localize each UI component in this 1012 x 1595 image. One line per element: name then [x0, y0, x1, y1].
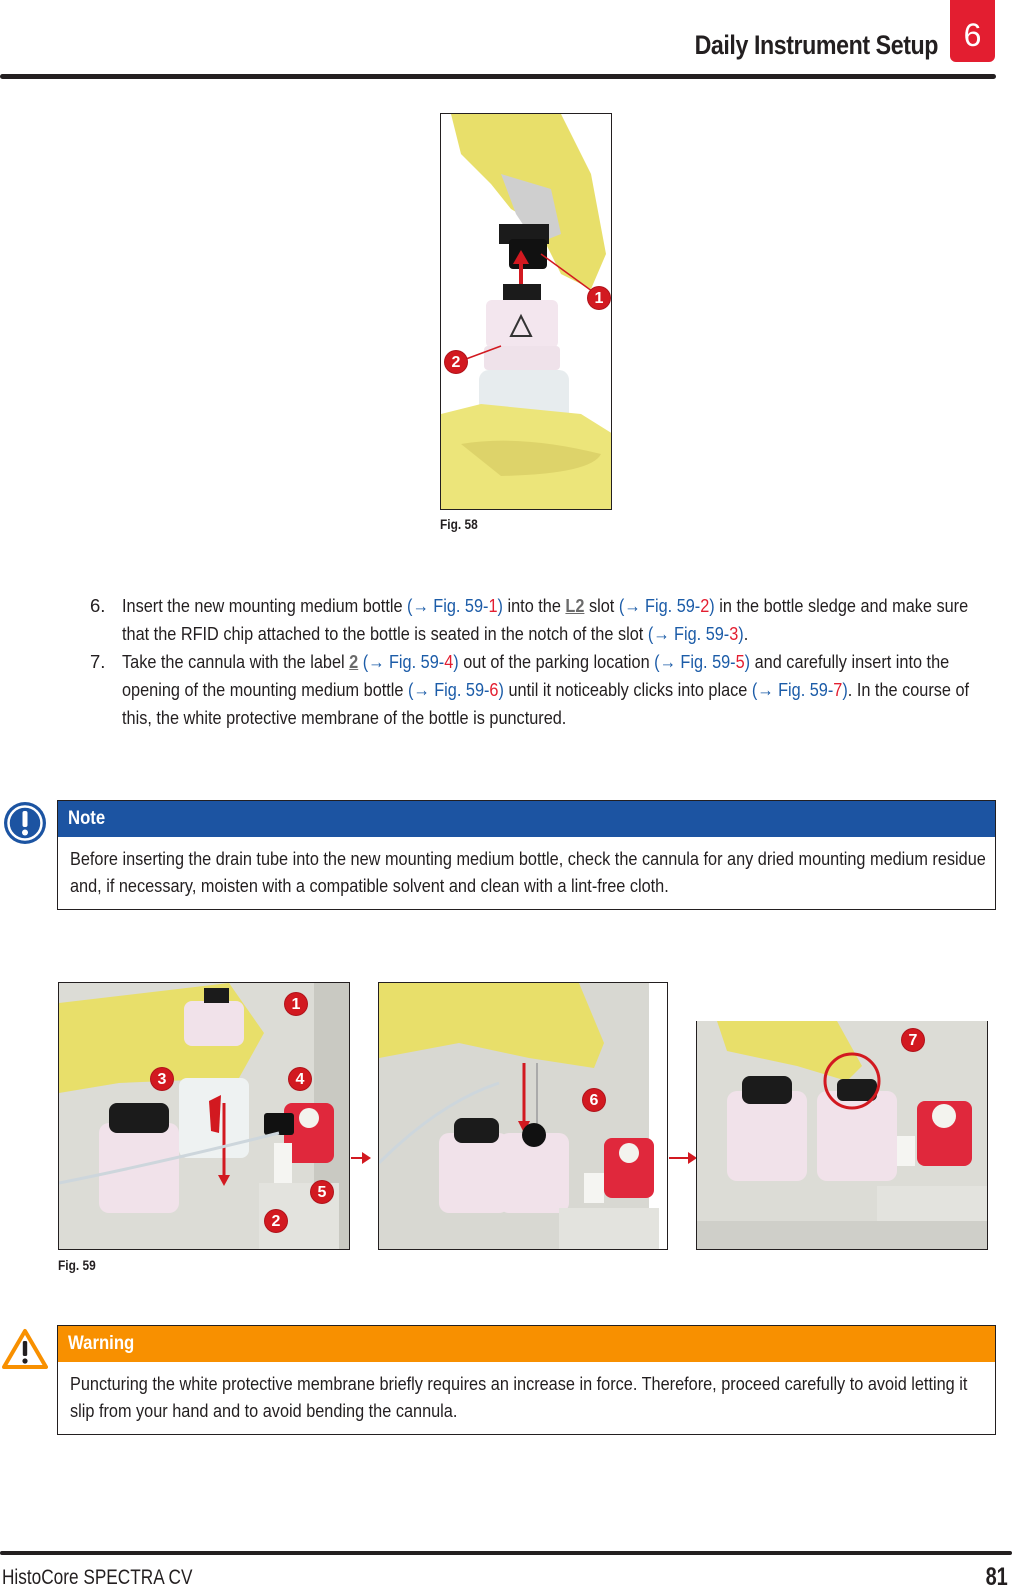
warning-text: Puncturing the white protective membrane… [70, 1373, 968, 1421]
step-text-segment: out of the parking location [458, 651, 655, 672]
figure-reference-number[interactable]: 3 [729, 623, 738, 644]
sequence-arrow [351, 1152, 371, 1164]
warning-header: Warning [58, 1326, 995, 1362]
page-number: 81 [985, 1563, 1008, 1591]
step-text: Take the cannula with the label 2 (→ Fig… [122, 648, 993, 732]
warning-body: Puncturing the white protective membrane… [58, 1362, 995, 1434]
warning-title: Warning [68, 1333, 135, 1354]
note-box: Note Before inserting the drain tube int… [57, 800, 996, 910]
callout-7: 7 [902, 1029, 924, 1051]
warning-box: Warning Puncturing the white protective … [57, 1325, 996, 1435]
note-body: Before inserting the drain tube into the… [58, 837, 995, 909]
step-6: 6. Insert the new mounting medium bottle… [90, 592, 990, 648]
callout-2: 2 [445, 351, 467, 373]
figure-58-caption: Fig. 58 [440, 516, 478, 532]
note-header: Note [58, 801, 995, 837]
footer-divider [0, 1551, 1012, 1555]
step-number: 7. [90, 651, 106, 672]
chapter-title: Daily Instrument Setup [694, 30, 939, 60]
figure-reference-number[interactable]: 2 [700, 595, 709, 616]
figure-reference[interactable]: (→ Fig. 59- [648, 623, 729, 644]
cannula-clicked-illustration [697, 1021, 987, 1249]
step-text-segment: Take the cannula with the label [122, 651, 350, 672]
step-text-segment: Insert the new mounting medium bottle [122, 595, 408, 616]
figure-reference[interactable]: (→ Fig. 59- [654, 651, 735, 672]
step-text-segment: . [743, 623, 749, 644]
sequence-arrow [669, 1152, 697, 1164]
figure-reference-number[interactable]: 7 [833, 679, 842, 700]
figure-reference-number[interactable]: 6 [489, 679, 498, 700]
note-text: Before inserting the drain tube into the… [70, 848, 986, 896]
insert-bottle-illustration [59, 983, 349, 1249]
figure-59-panel-1: 1 2 3 4 5 [58, 982, 350, 1250]
figure-59-panel-2: 6 [378, 982, 668, 1250]
chapter-number-badge: 6 [950, 0, 995, 62]
warning-triangle-icon [2, 1329, 48, 1369]
callout-4: 4 [289, 1068, 311, 1090]
figure-59-panel-3: 7 [696, 1021, 988, 1250]
note-title: Note [68, 808, 106, 829]
figure-reference[interactable]: (→ Fig. 59- [407, 595, 488, 616]
label-reference: L2 [565, 595, 585, 616]
callout-5: 5 [311, 1181, 333, 1203]
step-text-segment: until it noticeably clicks into place [503, 679, 752, 700]
callout-2: 2 [265, 1210, 287, 1232]
callout-3: 3 [151, 1068, 173, 1090]
step-7: 7. Take the cannula with the label 2 (→ … [90, 648, 990, 732]
figure-reference[interactable]: (→ Fig. 59- [408, 679, 489, 700]
figure-reference-number[interactable]: 5 [736, 651, 745, 672]
note-exclamation-icon [4, 802, 46, 844]
figure-reference[interactable]: (→ Fig. 59- [752, 679, 833, 700]
step-number: 6. [90, 595, 106, 616]
bottle-cap-removal-illustration [441, 114, 611, 509]
product-name: HistoCore SPECTRA CV [2, 1566, 193, 1589]
step-text-segment: into the [502, 595, 566, 616]
callout-1: 1 [588, 287, 610, 309]
callout-6: 6 [583, 1089, 605, 1111]
header-divider [0, 74, 996, 79]
step-text: Insert the new mounting medium bottle (→… [122, 592, 993, 648]
step-text-segment: slot [584, 595, 619, 616]
figure-reference-number[interactable]: 1 [488, 595, 497, 616]
figure-58-image: 1 2 [440, 113, 612, 510]
figure-59-caption: Fig. 59 [58, 1257, 96, 1273]
figure-reference[interactable]: (→ Fig. 59- [619, 595, 700, 616]
instruction-steps: 6. Insert the new mounting medium bottle… [90, 592, 990, 732]
figure-reference[interactable]: (→ Fig. 59- [363, 651, 444, 672]
insert-cannula-illustration [379, 983, 667, 1249]
callout-1: 1 [285, 993, 307, 1015]
